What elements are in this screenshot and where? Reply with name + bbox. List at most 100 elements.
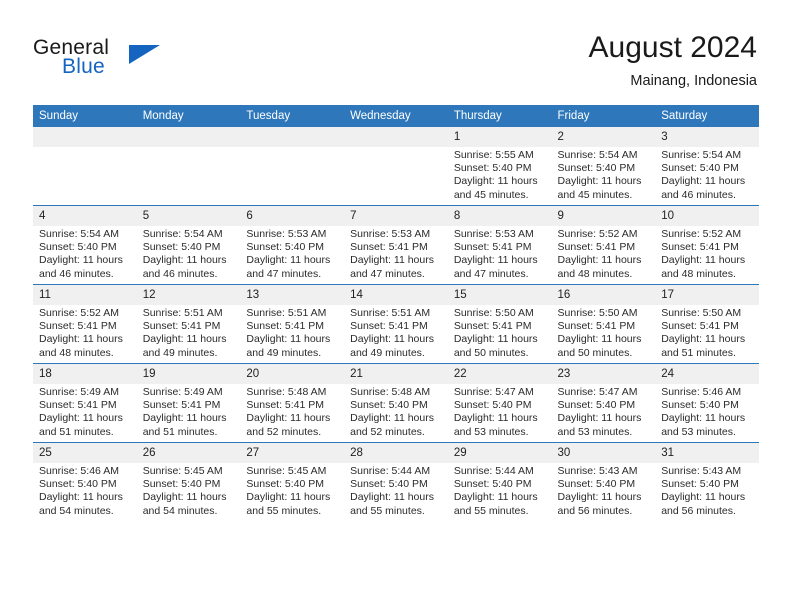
sunset-text: Sunset: 5:41 PM (453, 241, 532, 254)
calendar-day-cell[interactable]: 7 Sunrise: 5:53 AM Sunset: 5:41 PM Daylight… (344, 205, 448, 285)
calendar-day-cell[interactable]: 10 Sunrise: 5:52 AM Sunset: 5:41 PM Dayligh… (655, 205, 759, 285)
calendar-day-cell[interactable]: 19 Sunrise: 5:49 AM Sunset: 5:41 PM Dayligh… (136, 363, 241, 443)
calendar-week-row: 11 Sunrise: 5:52 AM Sunset: 5:41 PM Dayligh… (33, 284, 759, 364)
day-number: 2 (551, 127, 656, 147)
calendar-day-cell[interactable]: 18 Sunrise: 5:49 AM Sunset: 5:41 PM Dayligh… (33, 363, 137, 443)
calendar-day-cell[interactable]: 9 Sunrise: 5:52 AM Sunset: 5:41 PM Daylight… (551, 205, 656, 285)
day-details: Sunrise: 5:48 AM Sunset: 5:41 PM Daylight:… (240, 384, 344, 439)
day-number: 6 (240, 206, 345, 226)
calendar-day-cell[interactable]: 1 Sunrise: 5:55 AM Sunset: 5:40 PM Daylight… (447, 127, 552, 206)
daylight-text: Daylight: 11 hours and 45 minutes. (453, 175, 538, 201)
calendar-day-cell[interactable]: 11 Sunrise: 5:52 AM Sunset: 5:41 PM Dayligh… (33, 284, 137, 364)
calendar-day-cell[interactable]: 29 Sunrise: 5:44 AM Sunset: 5:40 PM Dayligh… (447, 442, 552, 521)
sunrise-text: Sunrise: 5:49 AM (142, 386, 223, 398)
day-details: Sunrise: 5:50 AM Sunset: 5:41 PM Daylight:… (655, 305, 759, 360)
sunset-text: Sunset: 5:41 PM (661, 241, 739, 254)
calendar-day-cell[interactable]: 2 Sunrise: 5:54 AM Sunset: 5:40 PM Daylight… (551, 127, 656, 206)
day-number: 8 (447, 206, 552, 226)
calendar-day-cell[interactable]: 12 Sunrise: 5:51 AM Sunset: 5:41 PM Dayligh… (136, 284, 241, 364)
sunrise-text: Sunrise: 5:54 AM (557, 149, 638, 161)
daylight-text: Daylight: 11 hours and 48 minutes. (661, 254, 746, 280)
day-number (240, 127, 345, 147)
calendar-day-cell[interactable]: 6 Sunrise: 5:53 AM Sunset: 5:40 PM Daylight… (240, 205, 345, 285)
calendar-day-cell[interactable]: 24 Sunrise: 5:46 AM Sunset: 5:40 PM Dayligh… (655, 363, 759, 443)
day-number: 9 (551, 206, 656, 226)
day-number (136, 127, 241, 147)
sunrise-text: Sunrise: 5:45 AM (246, 465, 327, 477)
weekday-header-row: Sunday Monday Tuesday Wednesday Thursday… (33, 105, 759, 127)
calendar-day-cell[interactable]: 16 Sunrise: 5:50 AM Sunset: 5:41 PM Dayligh… (551, 284, 656, 364)
sunset-text: Sunset: 5:40 PM (246, 478, 325, 491)
sunrise-text: Sunrise: 5:52 AM (39, 307, 119, 319)
sunset-text: Sunset: 5:40 PM (453, 162, 532, 175)
sunset-text: Sunset: 5:41 PM (557, 320, 636, 333)
day-details: Sunrise: 5:48 AM Sunset: 5:40 PM Daylight:… (344, 384, 448, 439)
calendar-day-cell[interactable]: 31 Sunrise: 5:43 AM Sunset: 5:40 PM Dayligh… (655, 442, 759, 521)
sunset-text: Sunset: 5:40 PM (350, 478, 428, 491)
day-details: Sunrise: 5:50 AM Sunset: 5:41 PM Daylight:… (448, 305, 552, 360)
calendar-day-cell[interactable]: 30 Sunrise: 5:43 AM Sunset: 5:40 PM Dayligh… (551, 442, 656, 521)
sunset-text: Sunset: 5:41 PM (142, 320, 221, 333)
sunset-text: Sunset: 5:41 PM (661, 320, 739, 333)
sunrise-text: Sunrise: 5:48 AM (350, 386, 431, 398)
weekday-header-friday: Friday (551, 105, 656, 127)
sunrise-text: Sunrise: 5:46 AM (39, 465, 119, 477)
day-details: Sunrise: 5:52 AM Sunset: 5:41 PM Daylight:… (33, 305, 137, 360)
calendar-day-cell[interactable]: 4 Sunrise: 5:54 AM Sunset: 5:40 PM Daylight… (33, 205, 137, 285)
calendar-day-cell[interactable]: 13 Sunrise: 5:51 AM Sunset: 5:41 PM Dayligh… (240, 284, 345, 364)
calendar-day-cell[interactable]: 17 Sunrise: 5:50 AM Sunset: 5:41 PM Dayligh… (655, 284, 759, 364)
calendar-day-cell[interactable]: 28 Sunrise: 5:44 AM Sunset: 5:40 PM Dayligh… (344, 442, 448, 521)
sunrise-text: Sunrise: 5:48 AM (246, 386, 327, 398)
calendar-table: Sunday Monday Tuesday Wednesday Thursday… (33, 105, 759, 521)
day-details: Sunrise: 5:47 AM Sunset: 5:40 PM Daylight:… (552, 384, 656, 439)
sunrise-text: Sunrise: 5:51 AM (142, 307, 223, 319)
day-number: 12 (136, 285, 241, 305)
daylight-text: Daylight: 11 hours and 55 minutes. (453, 491, 538, 517)
sunset-text: Sunset: 5:40 PM (453, 478, 532, 491)
day-details: Sunrise: 5:50 AM Sunset: 5:41 PM Daylight:… (552, 305, 656, 360)
day-number: 11 (33, 285, 137, 305)
sunrise-text: Sunrise: 5:43 AM (661, 465, 742, 477)
sunrise-text: Sunrise: 5:50 AM (453, 307, 534, 319)
calendar-day-cell[interactable]: 22 Sunrise: 5:47 AM Sunset: 5:40 PM Dayligh… (447, 363, 552, 443)
calendar-day-cell[interactable]: 26 Sunrise: 5:45 AM Sunset: 5:40 PM Dayligh… (136, 442, 241, 521)
weekday-header-monday: Monday (136, 105, 241, 127)
calendar-day-cell[interactable]: 21 Sunrise: 5:48 AM Sunset: 5:40 PM Dayligh… (344, 363, 448, 443)
daylight-text: Daylight: 11 hours and 48 minutes. (557, 254, 642, 280)
calendar-day-cell[interactable]: 20 Sunrise: 5:48 AM Sunset: 5:41 PM Dayligh… (240, 363, 345, 443)
calendar-body: 1 Sunrise: 5:55 AM Sunset: 5:40 PM Daylight… (33, 127, 759, 521)
sunrise-text: Sunrise: 5:53 AM (246, 228, 327, 240)
title-block: August 2024 Mainang, Indonesia (589, 30, 757, 91)
calendar-week-row: 1 Sunrise: 5:55 AM Sunset: 5:40 PM Daylight… (33, 127, 759, 206)
sunrise-text: Sunrise: 5:51 AM (246, 307, 327, 319)
daylight-text: Daylight: 11 hours and 56 minutes. (661, 491, 746, 517)
sunrise-text: Sunrise: 5:43 AM (557, 465, 638, 477)
day-number: 23 (551, 364, 656, 384)
daylight-text: Daylight: 11 hours and 52 minutes. (350, 412, 434, 438)
calendar-day-cell[interactable]: 15 Sunrise: 5:50 AM Sunset: 5:41 PM Dayligh… (447, 284, 552, 364)
day-details: Sunrise: 5:46 AM Sunset: 5:40 PM Daylight:… (33, 463, 137, 518)
sunset-text: Sunset: 5:40 PM (39, 478, 117, 491)
daylight-text: Daylight: 11 hours and 51 minutes. (142, 412, 227, 438)
general-blue-logo[interactable]: General Blue (33, 36, 253, 86)
calendar-day-cell[interactable]: 3 Sunrise: 5:54 AM Sunset: 5:40 PM Daylight… (655, 127, 759, 206)
calendar-day-cell[interactable]: 5 Sunrise: 5:54 AM Sunset: 5:40 PM Daylight… (136, 205, 241, 285)
daylight-text: Daylight: 11 hours and 45 minutes. (557, 175, 642, 201)
day-number: 16 (551, 285, 656, 305)
day-number: 27 (240, 443, 345, 463)
sunrise-text: Sunrise: 5:54 AM (39, 228, 119, 240)
calendar-day-cell[interactable]: 8 Sunrise: 5:53 AM Sunset: 5:41 PM Daylight… (447, 205, 552, 285)
calendar-day-cell[interactable]: 14 Sunrise: 5:51 AM Sunset: 5:41 PM Dayligh… (344, 284, 448, 364)
day-number: 13 (240, 285, 345, 305)
day-number: 3 (655, 127, 759, 147)
day-number: 30 (551, 443, 656, 463)
daylight-text: Daylight: 11 hours and 50 minutes. (453, 333, 538, 359)
daylight-text: Daylight: 11 hours and 56 minutes. (557, 491, 642, 517)
calendar-day-cell[interactable]: 25 Sunrise: 5:46 AM Sunset: 5:40 PM Dayligh… (33, 442, 137, 521)
sunset-text: Sunset: 5:40 PM (39, 241, 117, 254)
weekday-header-wednesday: Wednesday (344, 105, 448, 127)
day-details: Sunrise: 5:45 AM Sunset: 5:40 PM Daylight:… (137, 463, 241, 518)
calendar-day-cell[interactable]: 23 Sunrise: 5:47 AM Sunset: 5:40 PM Dayligh… (551, 363, 656, 443)
calendar-day-cell[interactable]: 27 Sunrise: 5:45 AM Sunset: 5:40 PM Dayligh… (240, 442, 345, 521)
daylight-text: Daylight: 11 hours and 52 minutes. (246, 412, 331, 438)
